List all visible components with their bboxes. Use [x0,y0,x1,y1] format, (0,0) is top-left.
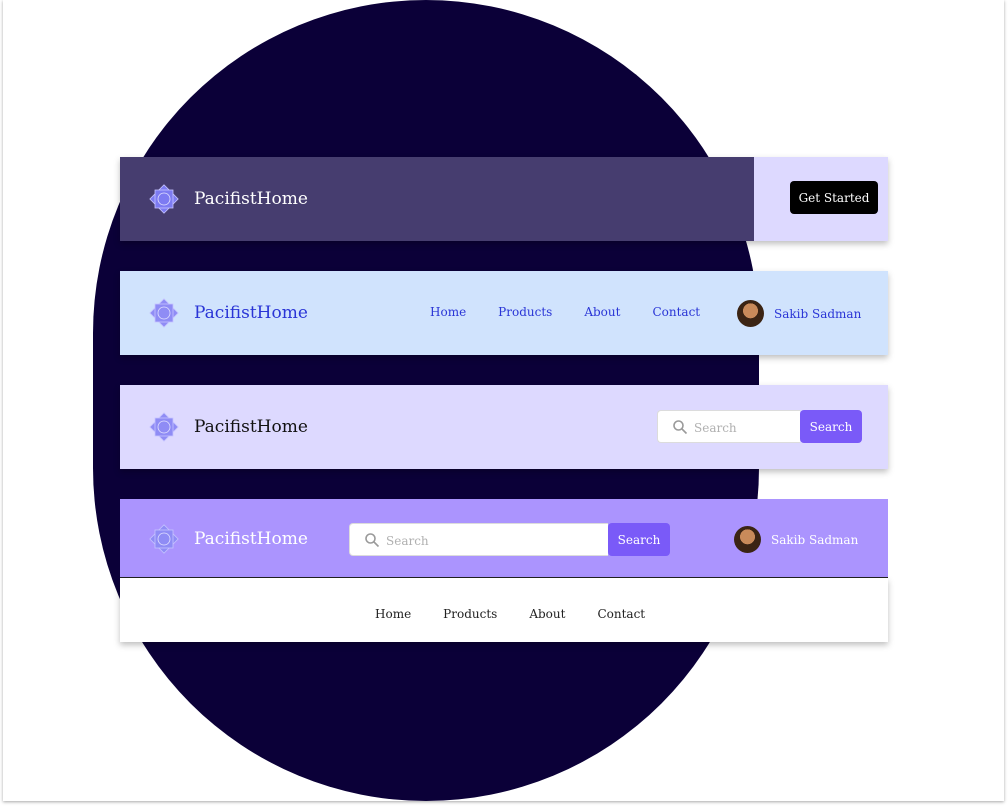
lotus-logo-icon [149,298,179,328]
search-input[interactable]: Search [657,410,800,443]
nav-link-about[interactable]: About [584,305,620,319]
lotus-logo-icon [149,524,179,554]
navbar-variant-2: PacifistHome Home Products About Contact… [120,271,888,355]
navbar-variant-4: PacifistHome Search Search Sakib Sadman [120,499,888,578]
brand[interactable]: PacifistHome [144,519,308,559]
nav-link-products[interactable]: Products [443,607,497,621]
brand[interactable]: PacifistHome [144,293,308,333]
navbar-variant-1: PacifistHome Get Started [120,157,888,241]
user-menu[interactable]: Sakib Sadman [737,300,861,327]
canvas: PacifistHome Get Started PacifistHome Ho… [3,0,1004,801]
lotus-logo-icon [149,412,179,442]
search-bar: Search Search [349,523,670,556]
secondary-nav: Home Products About Contact [120,578,888,642]
avatar [734,526,761,553]
search-button[interactable]: Search [800,410,862,443]
brand-name: PacifistHome [194,189,308,209]
search-button[interactable]: Search [608,523,670,556]
brand-name: PacifistHome [194,417,308,437]
nav-link-about[interactable]: About [529,607,565,621]
search-bar: Search Search [657,410,862,443]
user-name: Sakib Sadman [771,532,859,547]
navbar-variant-3: PacifistHome Search Search [120,385,888,469]
nav-link-contact[interactable]: Contact [597,607,645,621]
avatar [737,300,764,327]
lotus-logo-icon [149,184,179,214]
search-input[interactable]: Search [349,523,608,556]
brand-name: PacifistHome [194,529,308,549]
brand[interactable]: PacifistHome [144,407,308,447]
nav-link-home[interactable]: Home [430,305,466,319]
nav-link-contact[interactable]: Contact [652,305,700,319]
brand[interactable]: PacifistHome [144,179,308,219]
search-placeholder: Search [694,421,737,435]
secondary-nav-links: Home Products About Contact [375,607,645,621]
nav-link-home[interactable]: Home [375,607,411,621]
user-name: Sakib Sadman [774,306,862,321]
search-placeholder: Search [386,534,429,548]
user-menu[interactable]: Sakib Sadman [734,526,858,553]
search-icon [365,533,380,548]
main-nav: Home Products About Contact [430,305,700,319]
nav-link-products[interactable]: Products [498,305,552,319]
brand-name: PacifistHome [194,303,308,323]
search-icon [673,420,688,435]
get-started-button[interactable]: Get Started [790,181,878,214]
